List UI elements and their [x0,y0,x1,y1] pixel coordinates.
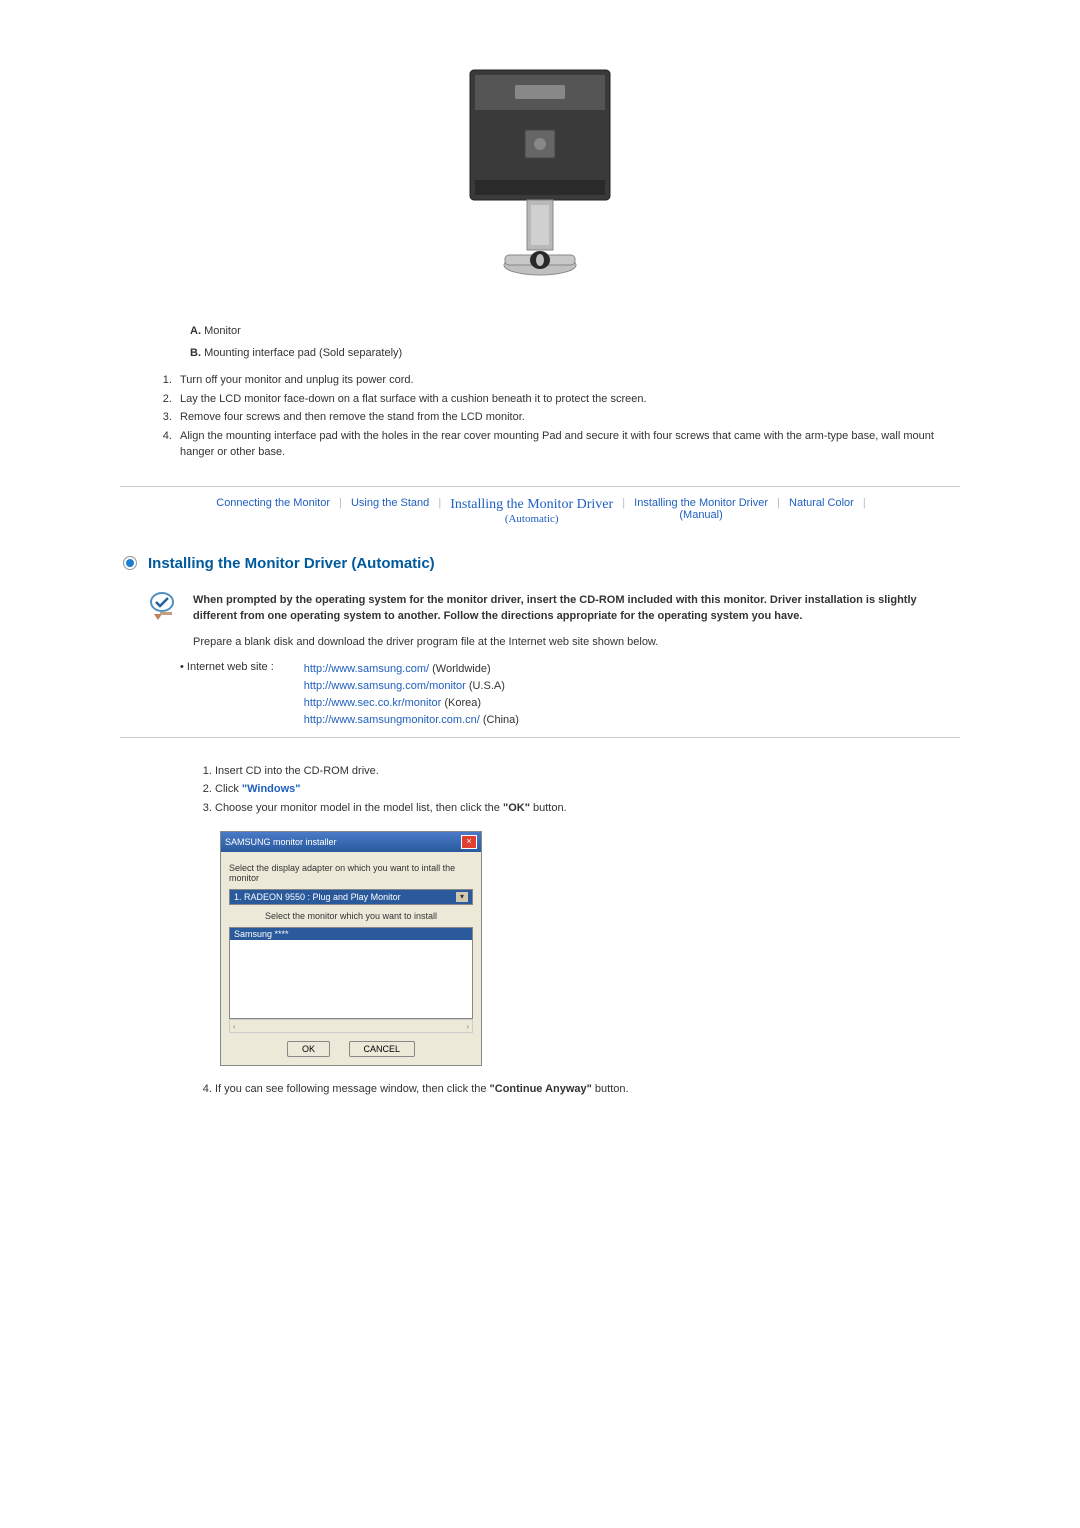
installer-label-adapter: Select the display adapter on which you … [229,863,473,883]
installer-monitor-list[interactable]: Samsung **** [229,927,473,1019]
nav-driver-automatic[interactable]: Installing the Monitor Driver (Automatic… [446,497,617,525]
link-row: http://www.samsungmonitor.com.cn/ (China… [304,712,519,729]
divider [120,737,960,738]
prepare-text: Prepare a blank disk and download the dr… [193,635,960,651]
install-step: Choose your monitor model in the model l… [215,800,960,817]
section-heading: Installing the Monitor Driver (Automatic… [148,555,960,572]
divider [120,486,960,487]
scrollbar[interactable]: ‹ › [229,1019,473,1033]
website-link-worldwide[interactable]: http://www.samsung.com/ [304,663,429,675]
scroll-right-icon[interactable]: › [463,1022,472,1031]
installer-window: SAMSUNG monitor installer × Select the d… [220,831,482,1066]
link-row: http://www.samsung.com/monitor (U.S.A) [304,678,519,695]
mount-step: Lay the LCD monitor face-down on a flat … [175,391,960,408]
installer-adapter-dropdown[interactable]: 1. RADEON 9550 : Plug and Play Monitor ▾ [229,889,473,905]
ok-button[interactable]: OK [287,1041,330,1057]
nav-driver-manual[interactable]: Installing the Monitor Driver (Manual) [630,497,772,521]
install-step: If you can see following message window,… [215,1081,960,1098]
nav-natural-color[interactable]: Natural Color [785,497,858,509]
internet-website-label: Internet web site : [180,661,274,729]
label-b: B. Mounting interface pad (Sold separate… [190,345,960,363]
list-item[interactable]: Samsung **** [230,928,472,940]
chevron-down-icon: ▾ [456,892,468,902]
section-nav: Connecting the Monitor | Using the Stand… [120,497,960,525]
install-step: Click "Windows" [215,781,960,798]
monitor-back-image [445,60,635,300]
cancel-button[interactable]: CANCEL [349,1041,416,1057]
nav-connecting-monitor[interactable]: Connecting the Monitor [212,497,334,509]
website-link-korea[interactable]: http://www.sec.co.kr/monitor [304,697,442,709]
link-row: http://www.sec.co.kr/monitor (Korea) [304,695,519,712]
install-step: Insert CD into the CD-ROM drive. [215,763,960,780]
check-icon [148,592,178,622]
mount-step: Align the mounting interface pad with th… [175,428,960,461]
installer-titlebar: SAMSUNG monitor installer × [221,832,481,852]
scroll-left-icon[interactable]: ‹ [230,1022,239,1031]
link-row: http://www.samsung.com/ (Worldwide) [304,661,519,678]
bullet-icon [124,557,136,569]
nav-using-stand[interactable]: Using the Stand [347,497,433,509]
mount-steps-list: Turn off your monitor and unplug its pow… [175,372,960,461]
close-icon[interactable]: × [461,835,477,849]
windows-link[interactable]: "Windows" [242,783,301,795]
intro-text: When prompted by the operating system fo… [193,592,960,625]
label-a: A. Monitor [190,323,960,341]
install-steps-continued: If you can see following message window,… [215,1081,960,1098]
mount-step: Remove four screws and then remove the s… [175,409,960,426]
monitor-illustration [120,60,960,303]
mount-step: Turn off your monitor and unplug its pow… [175,372,960,389]
installer-label-monitor: Select the monitor which you want to ins… [229,911,473,921]
install-steps-list: Insert CD into the CD-ROM drive. Click "… [215,763,960,817]
website-link-china[interactable]: http://www.samsungmonitor.com.cn/ [304,714,480,726]
website-link-usa[interactable]: http://www.samsung.com/monitor [304,680,466,692]
